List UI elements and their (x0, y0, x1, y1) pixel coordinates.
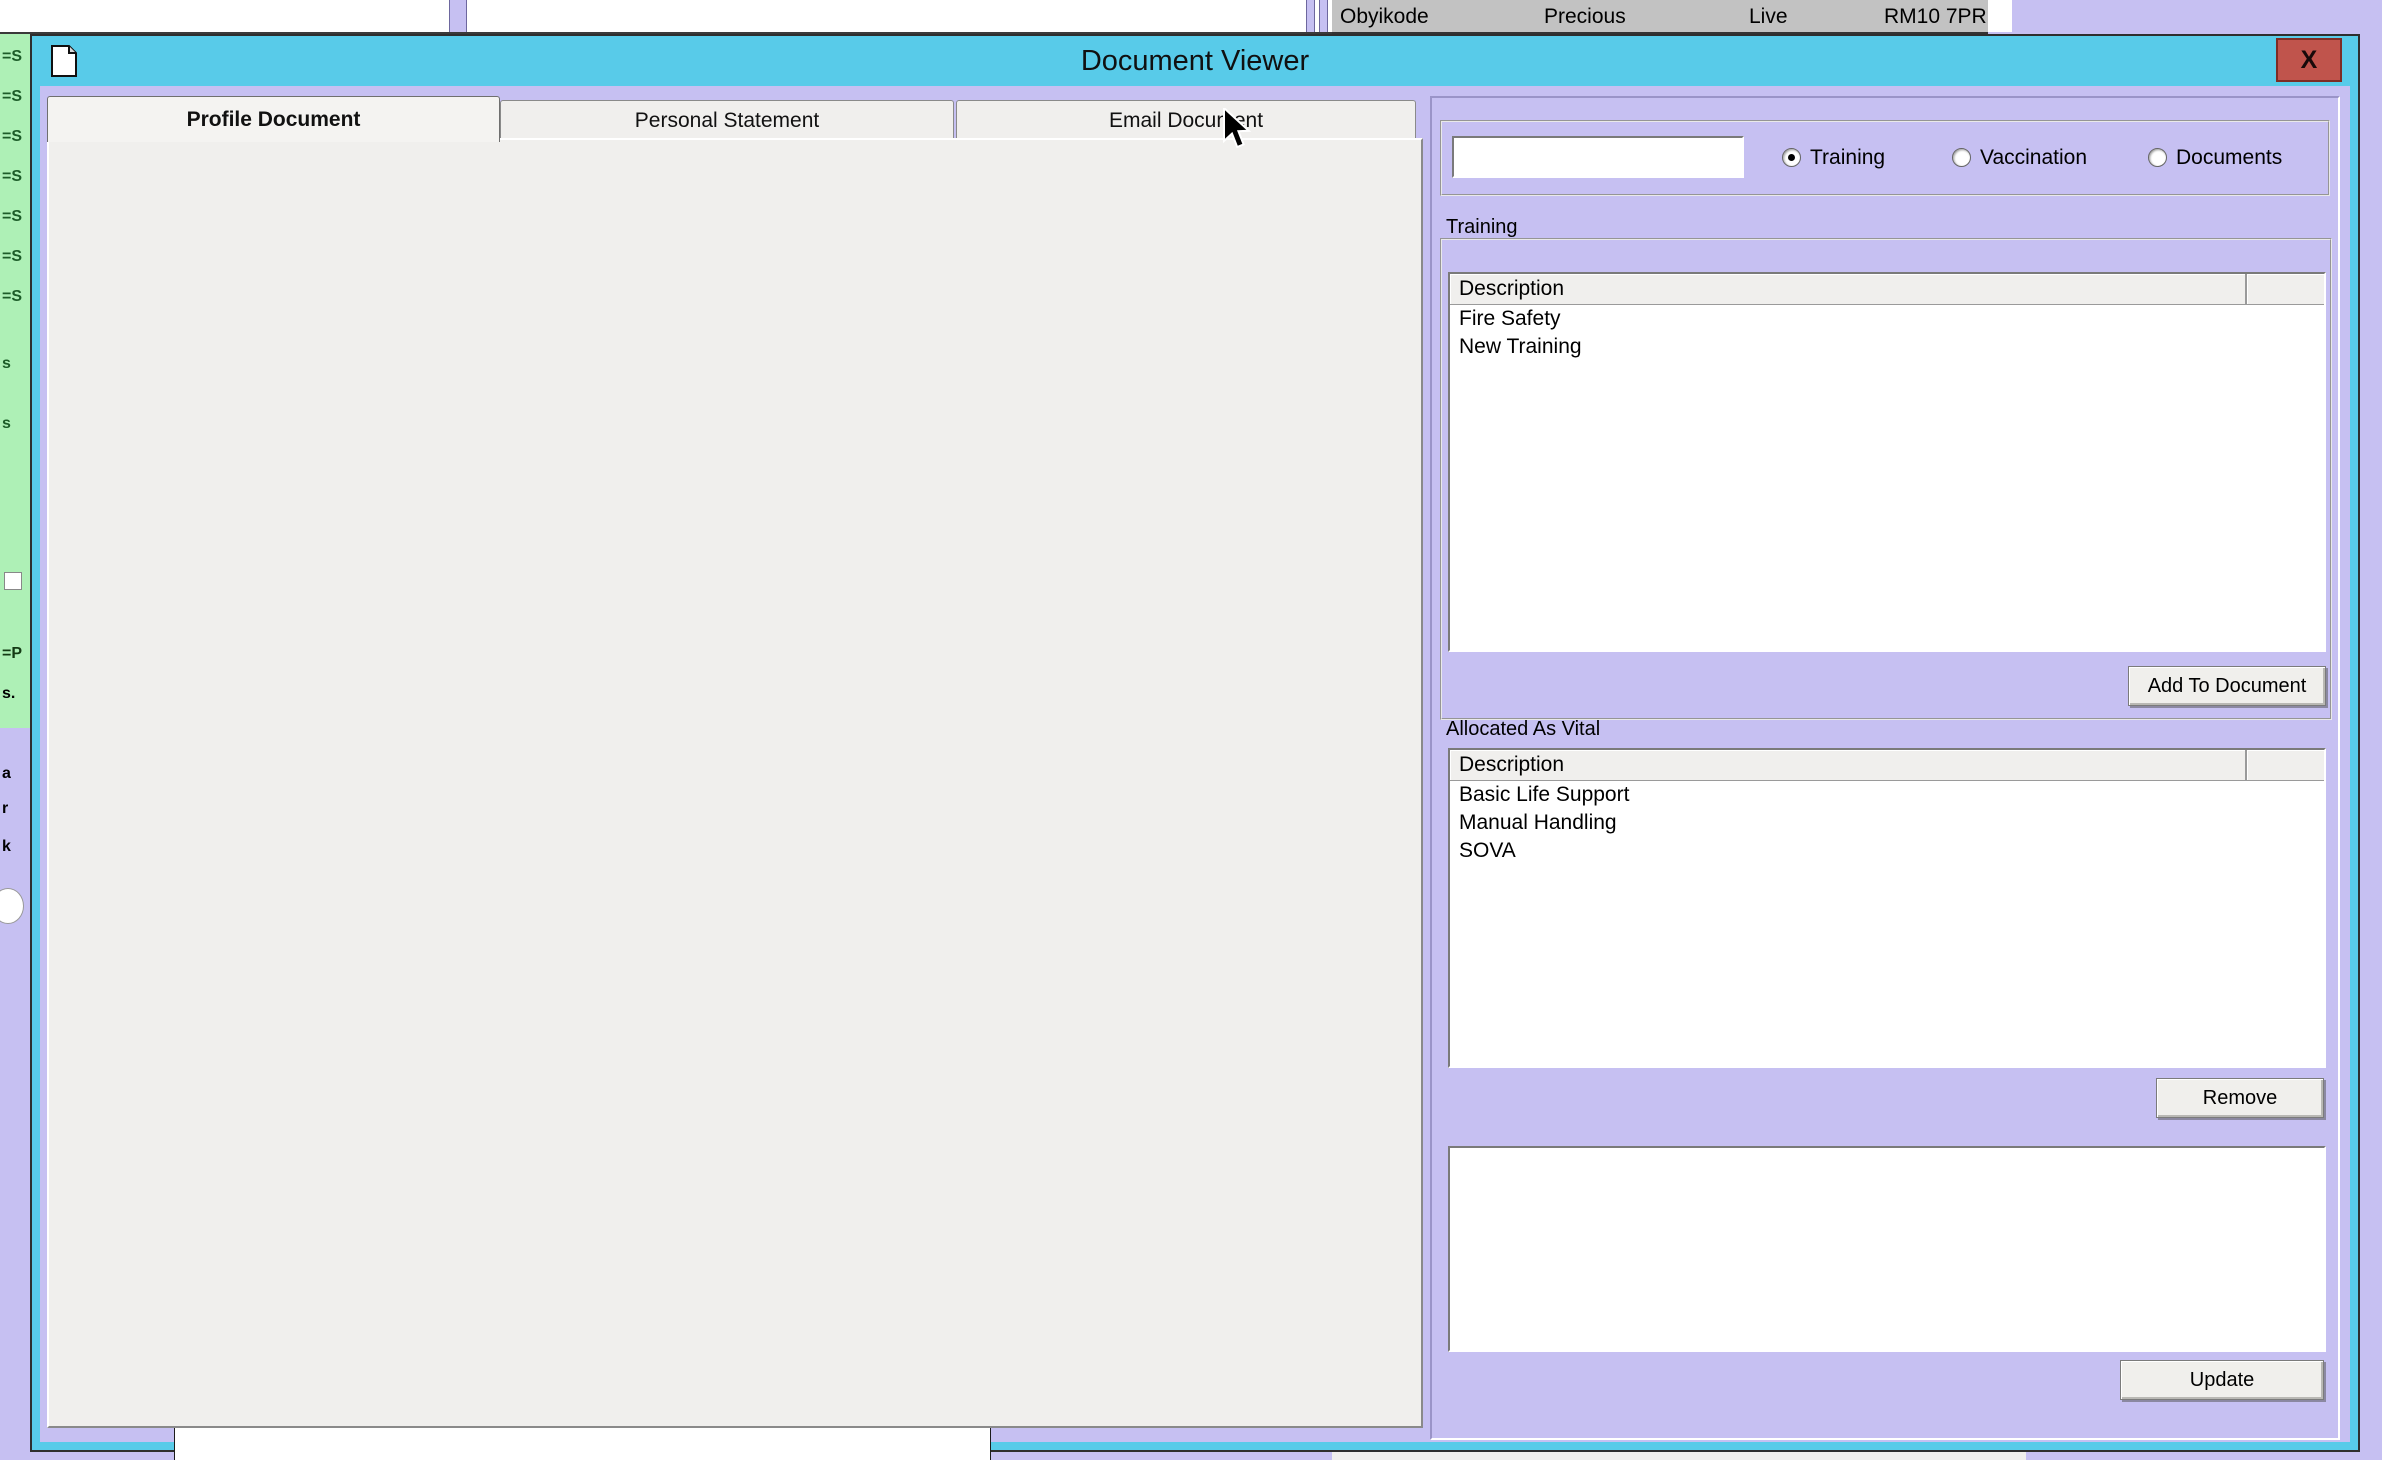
list-item[interactable]: Manual Handling (1450, 809, 2324, 837)
background-text-fragment: =S (2, 88, 22, 106)
empty-column-header[interactable] (2247, 750, 2324, 780)
background-text-fragment: =S (2, 208, 22, 226)
window-title: Document Viewer (32, 45, 2358, 78)
mouse-cursor (1222, 108, 1256, 152)
description-column-header[interactable]: Description (1450, 750, 2247, 780)
background-window-gap (1988, 0, 2012, 32)
background-text-fragment: s (2, 355, 11, 373)
tab-profile-document[interactable]: Profile Document (47, 96, 500, 142)
screen: Obyikode Precious Live RM10 7PR =S =S =S =S… (0, 0, 2382, 1460)
background-text-fragment: =S (2, 288, 22, 306)
background-table-row: Obyikode Precious Live RM10 7PR (1332, 0, 1988, 34)
allocated-as-vital-label: Allocated As Vital (1446, 718, 1600, 741)
background-window-bottom (1332, 1452, 2026, 1460)
radio-label: Documents (2176, 146, 2282, 170)
training-list-body: Fire SafetyNew Training (1450, 305, 2324, 361)
close-icon: X (2301, 46, 2318, 75)
background-text-fragment: =S (2, 168, 22, 186)
list-item[interactable]: Basic Life Support (1450, 781, 2324, 809)
background-text-fragment: r (2, 800, 8, 818)
document-viewer-window: Document Viewer X Profile DocumentPerson… (30, 34, 2360, 1452)
background-divider (449, 0, 467, 32)
background-text-fragment: a (2, 765, 11, 783)
list-header[interactable]: Description (1450, 750, 2324, 781)
dialog-client-area: Profile DocumentPersonal StatementEmail … (40, 86, 2350, 1442)
close-button[interactable]: X (2276, 38, 2342, 82)
radio-label: Training (1810, 146, 1885, 170)
titlebar[interactable]: Document Viewer X (32, 36, 2358, 86)
background-text-fragment: =S (2, 248, 22, 266)
radio-label: Vaccination (1980, 146, 2087, 170)
vital-listview[interactable]: Description Basic Life SupportManual Han… (1448, 748, 2326, 1068)
radio-vaccination[interactable] (1952, 148, 1971, 167)
training-listview[interactable]: Description Fire SafetyNew Training (1448, 272, 2326, 652)
notes-box[interactable] (1448, 1146, 2326, 1352)
radio-documents[interactable] (2148, 148, 2167, 167)
background-window-top (0, 0, 1332, 34)
background-cell: Obyikode (1340, 5, 1429, 29)
radio-training[interactable] (1782, 148, 1801, 167)
add-to-document-button[interactable]: Add To Document (2128, 666, 2326, 706)
background-text-fragment: s. (2, 685, 15, 703)
background-text-fragment: =P (2, 645, 22, 663)
vital-list-body: Basic Life SupportManual HandlingSOVA (1450, 781, 2324, 865)
list-item[interactable]: SOVA (1450, 837, 2324, 865)
background-cell: RM10 7PR (1884, 5, 1987, 29)
tab-personal-statement[interactable]: Personal Statement (500, 100, 954, 140)
background-divider (1319, 0, 1328, 32)
background-text-fragment: s (2, 415, 11, 433)
tab-email-document[interactable]: Email Document (956, 100, 1416, 140)
background-text-fragment: =S (2, 48, 22, 66)
list-header[interactable]: Description (1450, 274, 2324, 305)
update-button[interactable]: Update (2120, 1360, 2324, 1400)
remove-button[interactable]: Remove (2156, 1078, 2324, 1118)
background-cell: Precious (1544, 5, 1626, 29)
description-column-header[interactable]: Description (1450, 274, 2247, 304)
background-text-fragment: k (2, 838, 11, 856)
empty-column-header[interactable] (2247, 274, 2324, 304)
search-input[interactable] (1452, 136, 1744, 178)
background-checkbox-sliver (4, 572, 22, 590)
profile-document-tabpage (47, 138, 1423, 1428)
background-text-fragment: =S (2, 128, 22, 146)
list-item[interactable]: New Training (1450, 333, 2324, 361)
background-cell: Live (1749, 5, 1788, 29)
list-item[interactable]: Fire Safety (1450, 305, 2324, 333)
background-divider (1306, 0, 1315, 32)
background-oval-sliver (0, 888, 24, 924)
training-group-label: Training (1446, 216, 1518, 239)
